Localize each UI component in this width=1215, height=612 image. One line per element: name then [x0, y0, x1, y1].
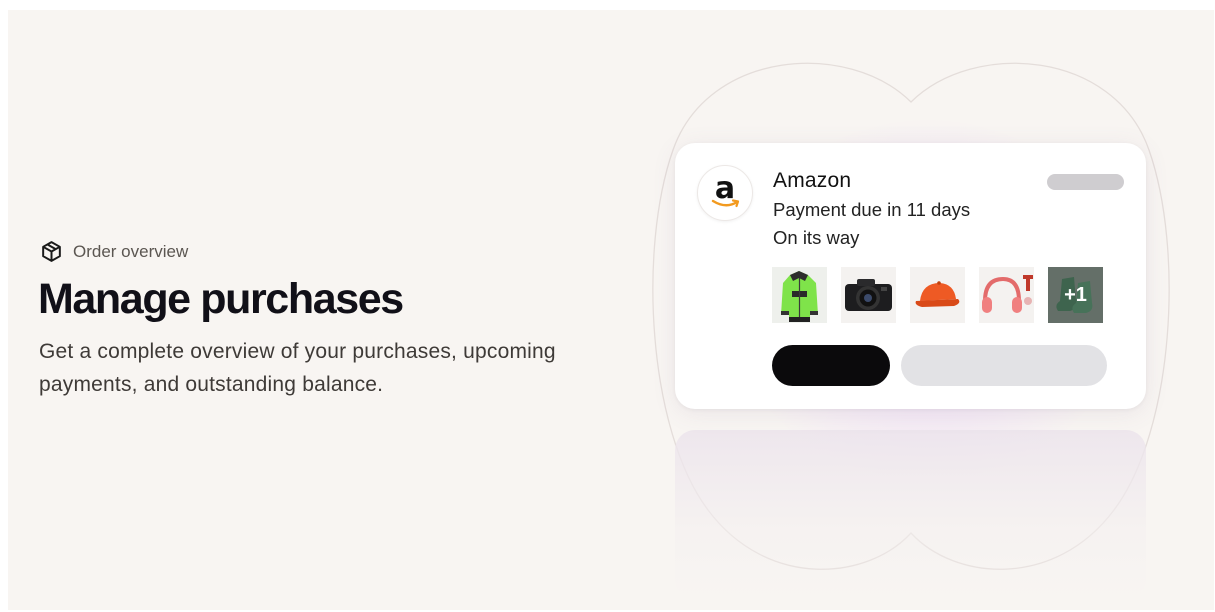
- jacket-thumbnail[interactable]: [772, 267, 827, 323]
- camera-thumbnail[interactable]: [841, 267, 896, 323]
- feature-section: Order overview Manage purchases Get a co…: [8, 10, 1214, 610]
- item-thumbnails: +1: [772, 267, 1103, 323]
- skeleton-placeholder: [1047, 174, 1124, 190]
- placeholder-card: [675, 430, 1146, 600]
- payment-status: Payment due in 11 days: [773, 199, 971, 220]
- more-items-thumbnail[interactable]: +1: [1048, 267, 1103, 323]
- headphones-thumbnail[interactable]: [979, 267, 1034, 323]
- shipping-status: On its way: [773, 227, 860, 248]
- jacket-icon: [772, 267, 827, 323]
- more-items-label: +1: [1064, 283, 1087, 306]
- cap-thumbnail[interactable]: [910, 267, 965, 323]
- amazon-smile-icon: [711, 199, 740, 208]
- camera-icon: [841, 267, 896, 323]
- order-card[interactable]: a Amazon Payment due in 11 days On its w…: [675, 143, 1146, 409]
- amazon-logo: a: [697, 165, 753, 221]
- merchant-name: Amazon: [773, 169, 852, 192]
- headphones-icon: [979, 267, 1034, 323]
- cap-icon: [910, 267, 965, 323]
- primary-action-button[interactable]: [772, 345, 890, 386]
- secondary-action-button[interactable]: [901, 345, 1107, 386]
